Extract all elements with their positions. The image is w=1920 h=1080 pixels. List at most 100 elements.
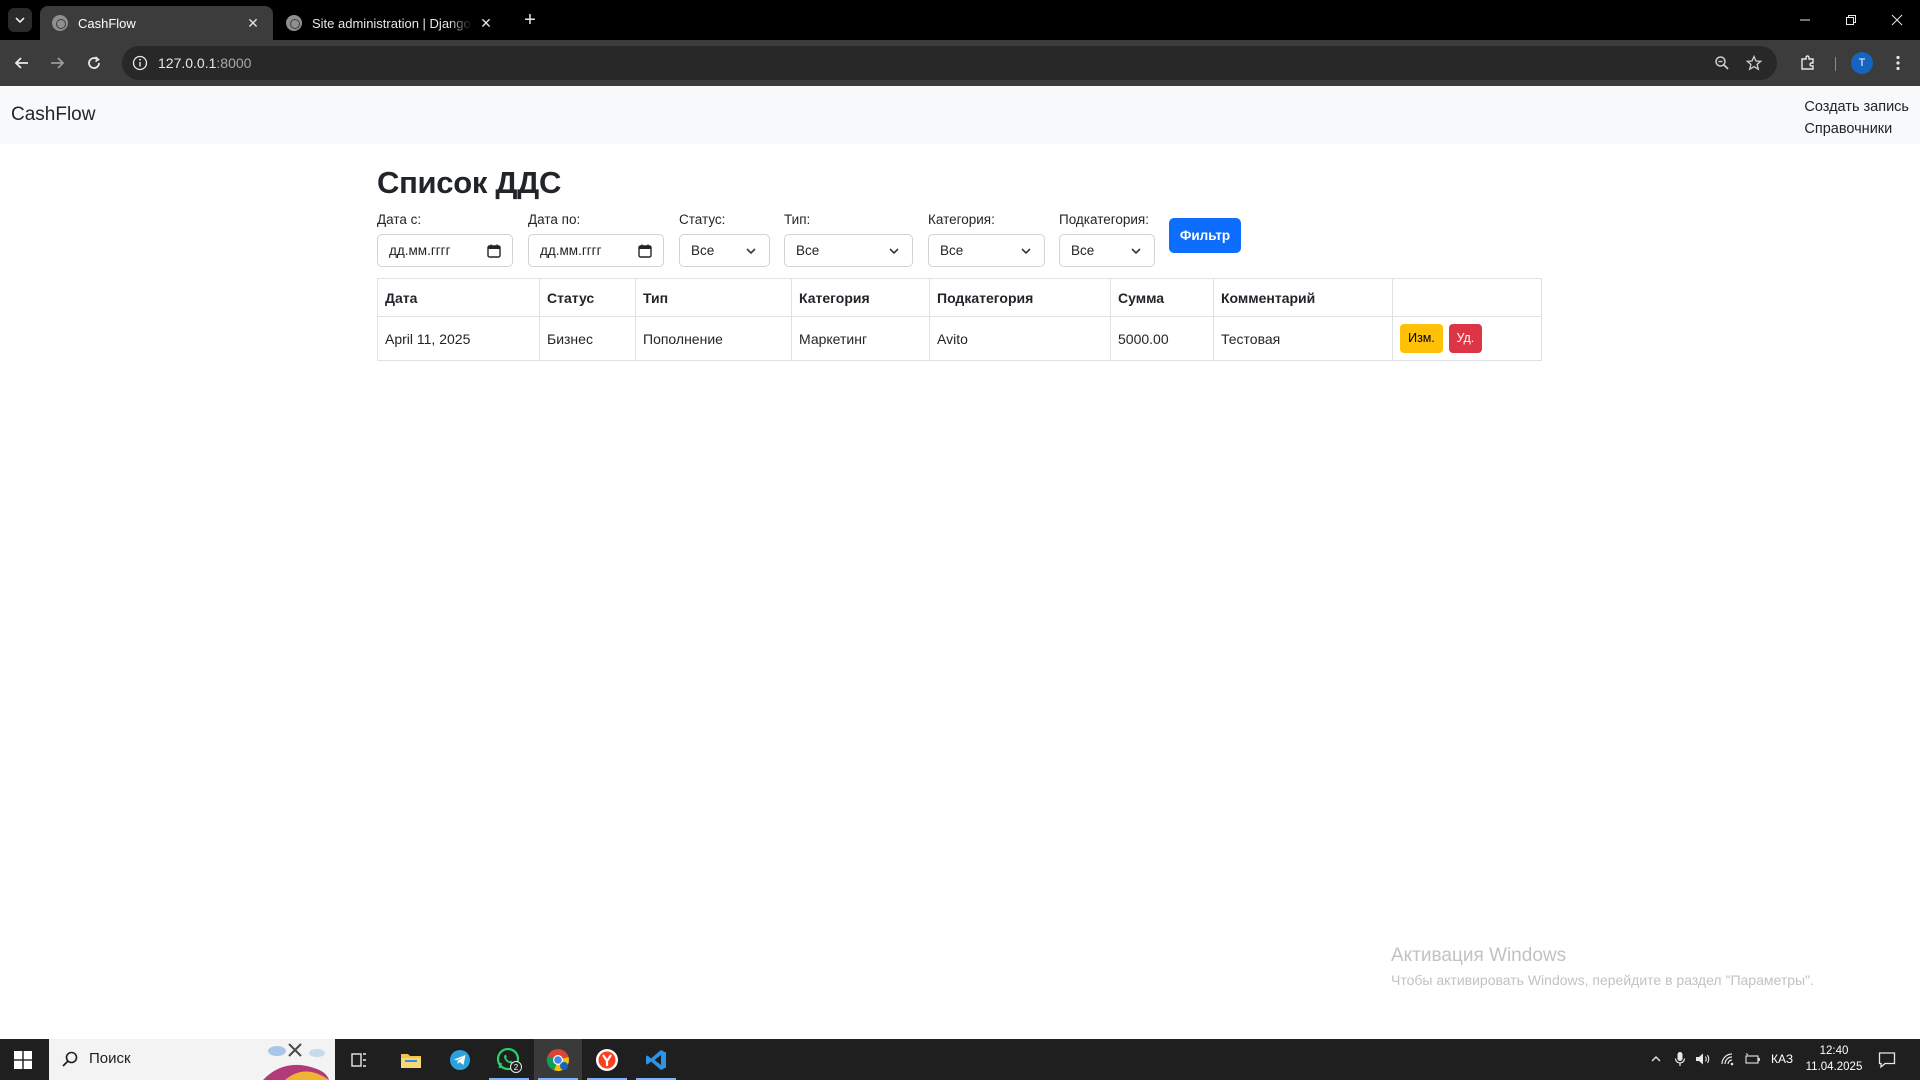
column-header-amount: Сумма [1110,278,1214,317]
address-bar[interactable]: 127.0.0.1:8000 [122,46,1777,80]
reload-button[interactable] [82,51,106,75]
network-icon[interactable] [1718,1049,1738,1069]
whatsapp-app[interactable]: 2 [485,1039,533,1080]
navbar-brand[interactable]: CashFlow [11,104,95,126]
activation-text: Чтобы активировать Windows, перейдите в … [1391,972,1814,988]
chevron-down-icon [1018,243,1034,259]
filter-status: Статус: Все [679,212,770,267]
taskbar-clock[interactable]: 12:40 11.04.2025 [1800,1043,1868,1075]
profile-avatar[interactable]: T [1851,52,1873,74]
vscode-app[interactable] [632,1039,680,1080]
chrome-icon [546,1048,569,1071]
new-tab-button[interactable]: + [518,8,542,32]
cell-category: Маркетинг [791,316,930,361]
edit-button[interactable]: Изм. [1400,324,1443,353]
url-host: 127.0.0.1 [158,55,217,71]
vscode-icon [646,1049,666,1070]
subcategory-select[interactable]: Все [1059,234,1155,267]
chevron-down-icon [886,243,902,259]
bookmark-star-icon[interactable] [1744,53,1764,73]
type-selected-value: Все [796,243,820,258]
nav-link-create-record[interactable]: Создать запись [1804,96,1909,118]
date-to-label: Дата по: [528,212,581,227]
column-header-category: Категория [791,278,930,317]
status-label: Статус: [679,212,726,227]
taskbar-search-box[interactable]: Поиск [49,1039,335,1080]
input-language[interactable]: КАЗ [1771,1052,1793,1066]
filter-button[interactable]: Фильтр [1169,218,1241,253]
browser-tab-bar: CashFlow ✕ Site administration | Django … [0,0,1920,40]
url-text[interactable]: 127.0.0.1:8000 [158,55,251,71]
restore-button[interactable] [1828,0,1874,40]
microphone-icon[interactable] [1670,1049,1690,1069]
tab-django-admin[interactable]: Site administration | Django site admin … [274,6,506,40]
windows-activation-watermark: Активация Windows Чтобы активировать Win… [1391,945,1814,988]
close-icon[interactable]: ✕ [245,15,261,31]
more-vertical-icon [1896,55,1900,71]
filter-type: Тип: Все [784,212,913,267]
cell-type: Пополнение [635,316,792,361]
telegram-app[interactable] [436,1039,484,1080]
date-to-input[interactable]: дд.мм.гггг [528,234,664,267]
activation-title: Активация Windows [1391,945,1567,966]
cell-amount: 5000.00 [1110,316,1214,361]
column-header-type: Тип [635,278,792,317]
date-from-input[interactable]: дд.мм.гггг [377,234,513,267]
start-button[interactable] [0,1039,46,1080]
close-window-button[interactable] [1874,0,1920,40]
minimize-icon [1800,19,1810,21]
calendar-icon[interactable] [486,243,502,259]
restore-icon [1846,15,1856,25]
globe-icon [286,15,302,31]
url-port: :8000 [216,55,252,71]
tab-search-button[interactable] [8,8,32,32]
chat-bubble-icon [1878,1052,1896,1069]
extensions-button[interactable] [1796,51,1820,75]
whatsapp-icon: 2 [496,1047,522,1073]
plus-icon: + [524,8,536,31]
telegram-icon [450,1049,470,1070]
status-selected-value: Все [691,243,715,258]
yandex-browser-icon [596,1048,618,1071]
arrow-left-icon [14,57,28,69]
file-explorer-app[interactable] [387,1039,435,1080]
reload-icon [88,56,100,69]
battery-icon[interactable] [1743,1049,1763,1069]
minimize-button[interactable] [1782,0,1828,40]
table-header-row: Дата Статус Тип Категория Подкатегория С… [377,278,1542,317]
task-view-icon [351,1052,366,1067]
notification-center-button[interactable] [1876,1049,1898,1071]
cell-date: April 11, 2025 [377,316,540,361]
filter-subcategory: Подкатегория: Все [1059,212,1155,267]
date-from-label: Дата с: [377,212,422,227]
cell-actions: Изм. Уд. [1392,316,1542,361]
chrome-app[interactable] [534,1039,582,1080]
status-select[interactable]: Все [679,234,770,267]
chevron-up-icon[interactable] [1646,1049,1666,1069]
type-select[interactable]: Все [784,234,913,267]
tab-cashflow[interactable]: CashFlow ✕ [40,6,273,40]
nav-link-reference-books[interactable]: Справочники [1804,118,1909,140]
folder-icon [401,1053,421,1068]
filter-date-from: Дата с: дд.мм.гггг [377,212,513,267]
chevron-down-icon [15,17,25,24]
date-to-placeholder: дд.мм.гггг [540,243,602,258]
close-icon[interactable]: ✕ [478,15,494,31]
column-header-comment: Комментарий [1213,278,1393,317]
navbar-links: Создать запись Справочники [1804,96,1909,140]
site-info-icon[interactable] [130,53,150,73]
volume-icon[interactable] [1693,1049,1713,1069]
task-view-button[interactable] [335,1039,383,1080]
delete-button[interactable]: Уд. [1448,324,1482,353]
forward-button[interactable] [45,51,69,75]
column-header-status: Статус [539,278,636,317]
back-button[interactable] [10,51,34,75]
type-label: Тип: [784,212,811,227]
yandex-browser-app[interactable] [583,1039,631,1080]
calendar-icon[interactable] [637,243,653,259]
zoom-icon[interactable] [1712,53,1732,73]
category-select[interactable]: Все [928,234,1045,267]
column-header-subcategory: Подкатегория [929,278,1111,317]
subcategory-label: Подкатегория: [1059,212,1149,227]
browser-menu-button[interactable] [1886,51,1910,75]
